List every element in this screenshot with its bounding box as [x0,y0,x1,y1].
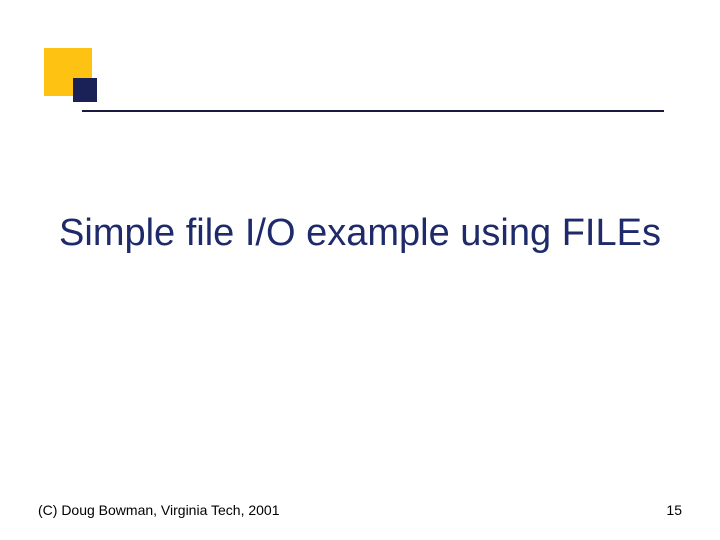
corner-decoration [44,48,114,118]
page-number: 15 [666,502,682,518]
copyright-text: (C) Doug Bowman, Virginia Tech, 2001 [38,502,280,518]
navy-square-icon [73,78,97,102]
divider [82,110,664,112]
slide: Simple file I/O example using FILEs (C) … [0,0,720,540]
slide-footer: (C) Doug Bowman, Virginia Tech, 2001 15 [38,502,682,518]
slide-title: Simple file I/O example using FILEs [0,210,720,258]
